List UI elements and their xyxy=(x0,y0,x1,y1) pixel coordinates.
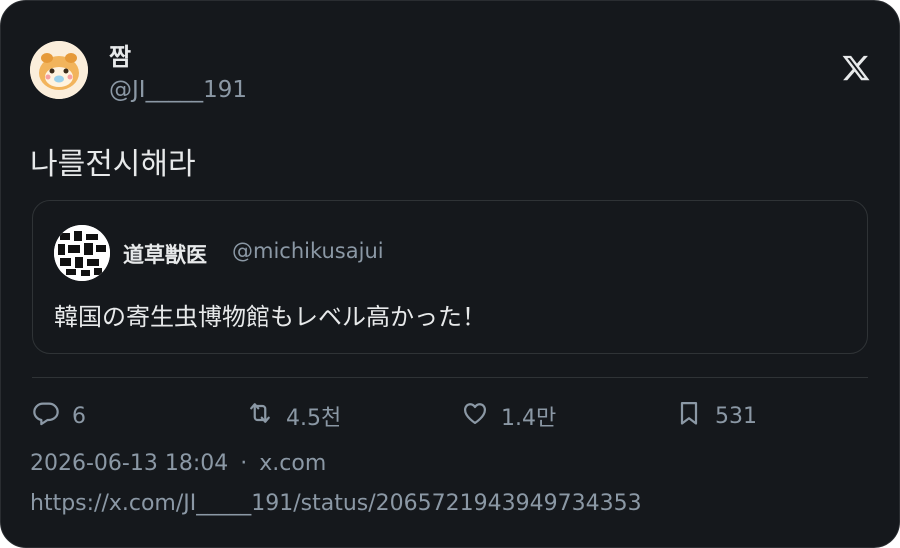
quoted-author-avatar[interactable] xyxy=(54,225,110,281)
timestamp[interactable]: 2026-06-13 18:04 xyxy=(30,451,228,476)
like-button[interactable]: 1.4만 xyxy=(461,398,556,434)
like-count: 1.4만 xyxy=(501,406,557,431)
bookmark-count: 531 xyxy=(715,403,757,429)
heart-icon xyxy=(461,399,489,433)
tweet-text: 나를전시해라 xyxy=(30,147,196,182)
quoted-author-handle[interactable]: @michikusajui xyxy=(232,239,384,263)
author-name[interactable]: 짬 xyxy=(109,37,131,72)
reply-count: 6 xyxy=(72,403,86,429)
tweet-url[interactable]: https://x.com/JI_____191/status/20657219… xyxy=(30,491,642,516)
meta-separator: · xyxy=(240,451,248,476)
bookmark-icon xyxy=(675,399,703,433)
divider xyxy=(32,377,868,378)
tweet-meta: 2026-06-13 18:04 · x.com xyxy=(30,451,326,476)
retweet-count: 4.5천 xyxy=(286,406,342,431)
source-link[interactable]: x.com xyxy=(259,451,326,476)
retweet-icon xyxy=(246,399,274,433)
tweet-card[interactable]: 짬 @JI_____191 나를전시해라 道草獣医 @michikusajui … xyxy=(0,0,900,548)
quoted-author-name[interactable]: 道草獣医 xyxy=(123,239,207,269)
author-avatar[interactable] xyxy=(30,41,88,99)
bookmark-button[interactable]: 531 xyxy=(675,398,757,434)
quoted-tweet-text: 韓国の寄生虫博物館もレベル高かった！ xyxy=(54,303,486,331)
x-logo-icon[interactable] xyxy=(841,53,871,86)
reply-icon xyxy=(32,399,60,433)
reply-button[interactable]: 6 xyxy=(32,398,86,434)
quoted-tweet[interactable]: 道草獣医 @michikusajui 韓国の寄生虫博物館もレベル高かった！ xyxy=(32,200,868,354)
retweet-button[interactable]: 4.5천 xyxy=(246,398,341,434)
author-handle[interactable]: @JI_____191 xyxy=(109,77,247,103)
